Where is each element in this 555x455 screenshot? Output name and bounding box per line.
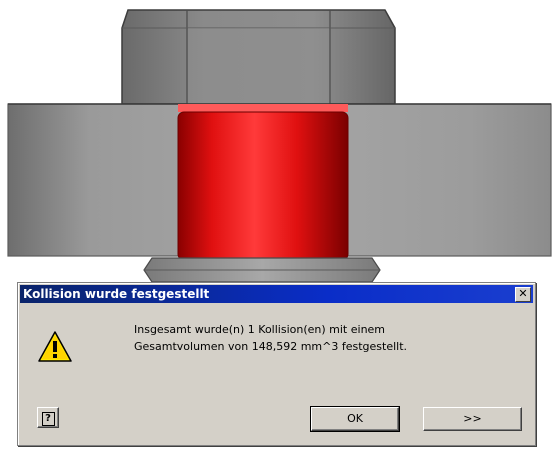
dialog-titlebar[interactable]: Kollision wurde festgestellt ✕ (20, 285, 533, 303)
dialog-message: Insgesamt wurde(n) 1 Kollision(en) mit e… (134, 321, 514, 355)
help-button[interactable]: ? (37, 407, 59, 428)
washer (143, 257, 381, 282)
bolt-head (121, 9, 396, 105)
message-line: Insgesamt wurde(n) 1 Kollision(en) mit e… (134, 323, 386, 336)
help-icon: ? (41, 412, 55, 426)
details-button[interactable]: >> (423, 407, 522, 431)
dialog-title: Kollision wurde festgestellt (23, 287, 210, 301)
message-line: Gesamtvolumen von 148,592 mm^3 festgeste… (134, 340, 408, 353)
close-icon: ✕ (518, 287, 528, 300)
collision-volume (177, 104, 349, 261)
warning-icon (38, 331, 72, 362)
collision-dialog: Kollision wurde festgestellt ✕ Insgesamt… (17, 282, 536, 446)
ok-button[interactable]: OK (310, 406, 400, 432)
bolt-collision-model (7, 9, 552, 282)
cad-viewport[interactable] (0, 0, 555, 282)
close-button[interactable]: ✕ (515, 287, 531, 302)
